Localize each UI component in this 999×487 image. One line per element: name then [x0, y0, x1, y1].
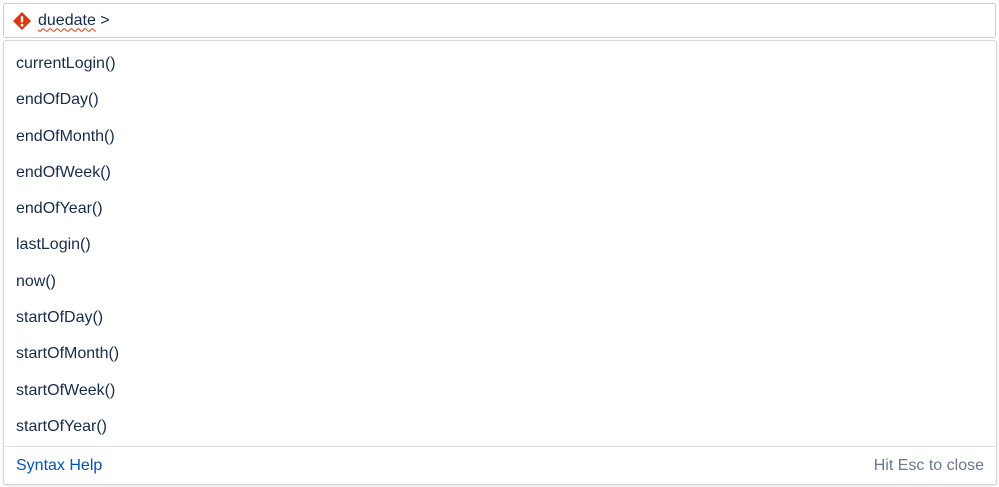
suggestion-list: currentLogin() endOfDay() endOfMonth() e…: [4, 41, 996, 445]
query-field: duedate: [38, 11, 96, 29]
suggestion-item[interactable]: currentLogin(): [4, 46, 996, 82]
autocomplete-dropdown: currentLogin() endOfDay() endOfMonth() e…: [3, 40, 997, 485]
error-icon: [12, 11, 32, 31]
suggestion-item[interactable]: endOfDay(): [4, 82, 996, 118]
syntax-help-link[interactable]: Syntax Help: [16, 457, 102, 475]
suggestion-item[interactable]: lastLogin(): [4, 227, 996, 263]
suggestion-item[interactable]: startOfMonth(): [4, 336, 996, 372]
query-text[interactable]: duedate >: [38, 12, 110, 30]
suggestion-item[interactable]: startOfYear(): [4, 409, 996, 445]
jql-query-input[interactable]: duedate >: [3, 3, 996, 38]
suggestion-item[interactable]: endOfWeek(): [4, 155, 996, 191]
suggestion-item[interactable]: startOfWeek(): [4, 373, 996, 409]
suggestion-item[interactable]: endOfMonth(): [4, 119, 996, 155]
esc-hint: Hit Esc to close: [873, 456, 984, 474]
suggestion-item[interactable]: startOfDay(): [4, 300, 996, 336]
query-operator: >: [100, 11, 110, 29]
suggestion-item[interactable]: endOfYear(): [4, 191, 996, 227]
suggestion-item[interactable]: now(): [4, 264, 996, 300]
dropdown-footer: Syntax Help Hit Esc to close: [4, 446, 996, 484]
